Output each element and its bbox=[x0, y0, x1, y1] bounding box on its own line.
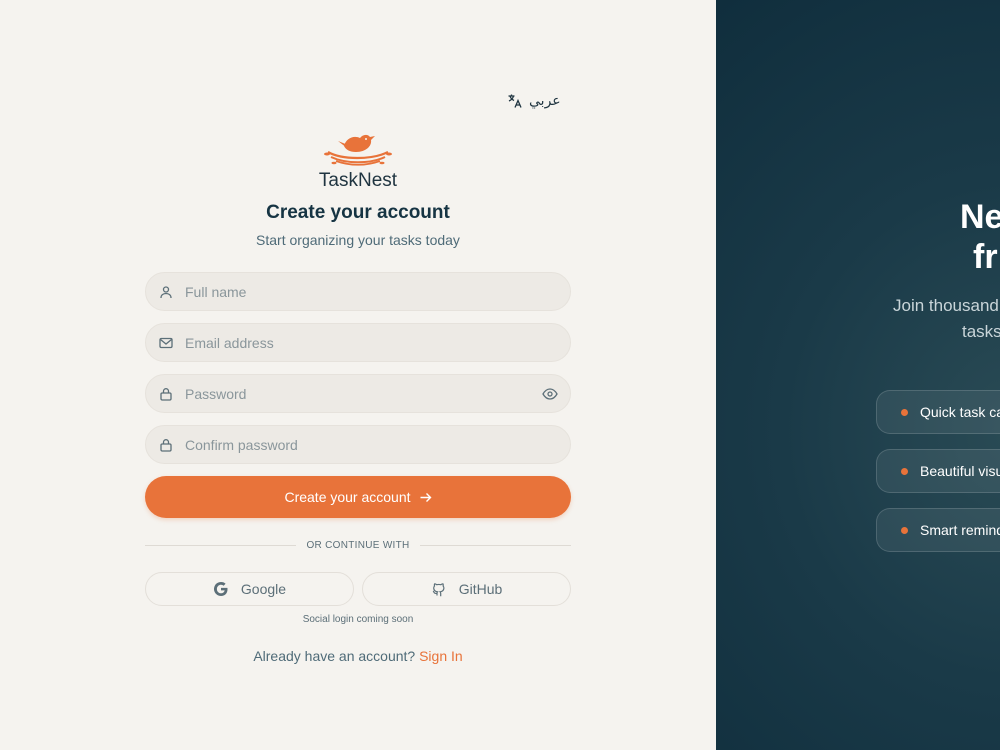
feature-pill: Quick task ca bbox=[876, 390, 1000, 434]
page-subtitle: Start organizing your tasks today bbox=[256, 232, 460, 248]
feature-pill: Beautiful visu bbox=[876, 449, 1000, 493]
divider: OR CONTINUE WITH bbox=[145, 538, 571, 552]
divider-line bbox=[419, 544, 571, 546]
hero-title-line2: fr bbox=[973, 238, 998, 276]
google-label: Google bbox=[240, 581, 287, 597]
google-button[interactable]: Google bbox=[145, 572, 354, 606]
eye-icon[interactable] bbox=[542, 387, 558, 401]
signup-panel: عربي TaskNest Create your account Start … bbox=[0, 0, 716, 750]
signin-prompt-text: Already have an account? bbox=[253, 648, 416, 664]
full-name-field bbox=[145, 272, 571, 311]
lock-icon bbox=[159, 387, 173, 401]
translate-icon bbox=[508, 94, 522, 108]
signin-prompt: Already have an account? Sign In bbox=[0, 648, 716, 664]
feature-pill: Smart remind bbox=[876, 508, 1000, 552]
create-account-label: Create your account bbox=[284, 489, 411, 505]
github-button[interactable]: GitHub bbox=[362, 572, 571, 606]
github-icon bbox=[432, 583, 445, 597]
lock-icon bbox=[159, 438, 173, 452]
language-toggle[interactable]: عربي bbox=[507, 92, 561, 109]
language-label: عربي bbox=[529, 92, 561, 108]
feature-label: Beautiful visu bbox=[920, 463, 1000, 479]
email-field bbox=[145, 323, 571, 362]
email-input[interactable] bbox=[185, 334, 570, 351]
hero-description-line1: Join thousand bbox=[893, 296, 999, 315]
arrow-right-icon bbox=[420, 492, 432, 502]
brand-name: TaskNest bbox=[318, 170, 398, 191]
password-input[interactable] bbox=[185, 385, 570, 402]
hero-title-line1: Ne bbox=[960, 198, 1000, 236]
user-icon bbox=[159, 285, 173, 299]
hero-description-line2: tasks bbox=[962, 322, 1000, 341]
create-account-button[interactable]: Create your account bbox=[145, 476, 571, 518]
social-note: Social login coming soon bbox=[302, 614, 414, 625]
feature-label: Quick task ca bbox=[920, 404, 1000, 420]
feature-label: Smart remind bbox=[920, 522, 1000, 538]
hero-panel: Ne fr Join thousand tasks Quick task ca … bbox=[716, 0, 1000, 750]
confirm-password-field bbox=[145, 425, 571, 464]
confirm-password-input[interactable] bbox=[185, 436, 570, 453]
google-icon bbox=[213, 582, 228, 596]
bullet-dot bbox=[901, 526, 908, 534]
divider-text: OR CONTINUE WITH bbox=[306, 539, 410, 551]
signin-link[interactable]: Sign In bbox=[419, 648, 463, 664]
page-title: Create your account bbox=[266, 202, 450, 223]
mail-icon bbox=[159, 336, 173, 350]
bullet-dot bbox=[901, 408, 908, 416]
github-label: GitHub bbox=[458, 581, 503, 597]
bullet-dot bbox=[901, 467, 908, 475]
bird-nest-logo bbox=[324, 134, 392, 166]
password-field bbox=[145, 374, 571, 413]
full-name-input[interactable] bbox=[185, 283, 570, 300]
divider-line bbox=[145, 544, 297, 546]
